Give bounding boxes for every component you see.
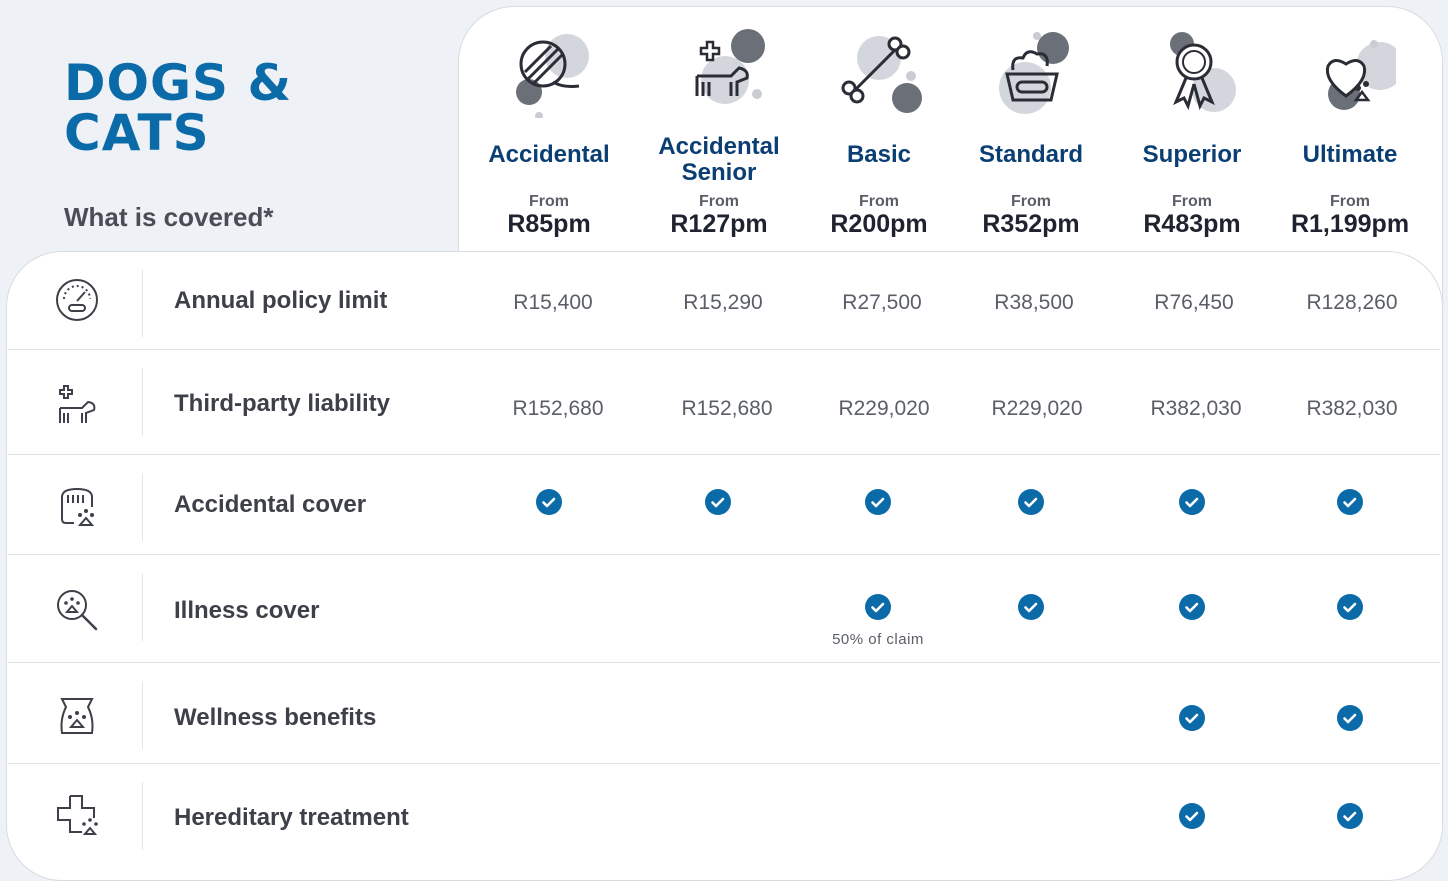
row-separator xyxy=(142,269,143,337)
check-icon xyxy=(1018,489,1044,515)
table-row-wellness-benefits: Wellness benefits xyxy=(8,663,1440,765)
check-icon xyxy=(1018,594,1044,620)
plan-column-accidental-senior[interactable]: Accidental Senior From R127pm xyxy=(639,0,799,245)
plan-from-label: From xyxy=(699,193,739,210)
brand-title-line1: DOGS & xyxy=(64,54,293,112)
plan-price: R127pm xyxy=(670,210,768,238)
plan-name: Standard xyxy=(978,141,1083,168)
table-row-accidental-cover: Accidental cover xyxy=(8,455,1440,557)
plan-from-label: From xyxy=(529,193,569,210)
pet-carrier-icon xyxy=(61,487,95,526)
check-icon xyxy=(1337,705,1363,731)
plan-from-label: From xyxy=(1172,193,1212,210)
table-row-hereditary-treatment: Hereditary treatment xyxy=(8,764,1440,866)
award-ribbon-icon xyxy=(1170,32,1236,112)
row-label: Third-party liability xyxy=(174,390,391,417)
dog-plus-icon xyxy=(59,385,96,423)
row-label: Annual policy limit xyxy=(174,287,388,314)
cell-value: R229,020 xyxy=(838,397,930,420)
check-icon xyxy=(865,489,891,515)
check-icon xyxy=(1337,489,1363,515)
row-separator xyxy=(142,473,143,541)
table-row-annual-policy-limit: Annual policy limit R15,400 R15,290 R27,… xyxy=(8,251,1440,353)
table-row-illness-cover: Illness cover 50% of claim xyxy=(8,555,1440,657)
check-icon xyxy=(1179,705,1205,731)
plan-from-label: From xyxy=(859,193,899,210)
check-icon xyxy=(1179,594,1205,620)
plan-name: Ultimate xyxy=(1302,141,1398,168)
plan-column-standard[interactable]: Standard From R352pm xyxy=(951,0,1111,245)
cell-value: R382,030 xyxy=(1306,397,1398,420)
check-icon xyxy=(536,489,562,515)
plan-column-superior[interactable]: Superior From R483pm xyxy=(1112,0,1272,245)
check-icon xyxy=(705,489,731,515)
plan-name: Basic xyxy=(846,141,912,168)
bone-icon xyxy=(841,36,922,113)
row-separator xyxy=(142,368,143,436)
check-icon xyxy=(1337,594,1363,620)
cell-value: R76,450 xyxy=(1154,291,1234,314)
table-row-third-party-liability: Third-party liability R152,680 R152,680 … xyxy=(8,350,1440,452)
food-bag-icon xyxy=(60,698,94,734)
cell-value: R128,260 xyxy=(1306,291,1398,314)
cell-value: R15,400 xyxy=(513,291,593,314)
cell-value: R152,680 xyxy=(681,397,773,420)
plan-name: Accidental xyxy=(488,141,610,168)
speedometer-icon xyxy=(56,279,98,321)
cell-value: R382,030 xyxy=(1150,397,1242,420)
cell-value: R27,500 xyxy=(842,291,922,314)
plan-from-label: From xyxy=(1011,193,1051,210)
plan-column-ultimate[interactable]: Ultimate From R1,199pm xyxy=(1270,0,1430,245)
check-icon xyxy=(1179,803,1205,829)
row-label: Hereditary treatment xyxy=(174,804,409,831)
brand-title: DOGS & CATS xyxy=(64,58,292,158)
plan-price: R352pm xyxy=(982,210,1080,238)
plan-price: R483pm xyxy=(1143,210,1241,238)
row-label: Wellness benefits xyxy=(174,704,377,731)
plan-name: Accidental Senior xyxy=(658,133,780,186)
plan-name: Superior xyxy=(1142,141,1242,168)
cell-value: R15,290 xyxy=(683,291,763,314)
plan-price: R85pm xyxy=(507,210,591,238)
brand-title-line2: CATS xyxy=(64,104,210,162)
what-is-covered-heading: What is covered* xyxy=(64,202,274,232)
cell-value: R38,500 xyxy=(994,291,1074,314)
plan-from-label: From xyxy=(1330,193,1370,210)
row-separator xyxy=(142,573,143,641)
check-icon xyxy=(1337,803,1363,829)
plan-column-basic[interactable]: Basic From R200pm xyxy=(799,0,959,245)
row-separator xyxy=(142,782,143,850)
plan-price: R1,199pm xyxy=(1290,210,1410,238)
row-label: Illness cover xyxy=(174,597,320,624)
plan-price: R200pm xyxy=(830,210,928,238)
check-icon xyxy=(1179,489,1205,515)
ball-icon xyxy=(516,34,589,118)
food-bowl-icon xyxy=(999,32,1069,114)
heart-paw-icon xyxy=(1325,40,1396,110)
cell-value: R152,680 xyxy=(512,397,604,420)
row-separator xyxy=(142,681,143,749)
cell-value: R229,020 xyxy=(991,397,1083,420)
medical-cross-paw-icon xyxy=(57,795,98,835)
magnifier-paw-icon xyxy=(57,590,98,631)
row-label: Accidental cover xyxy=(174,491,367,518)
check-icon xyxy=(865,594,891,620)
basic-illness-note: 50% of claim xyxy=(832,631,924,648)
plan-column-accidental[interactable]: Accidental From R85pm xyxy=(469,0,629,245)
senior-dog-icon xyxy=(695,29,765,104)
